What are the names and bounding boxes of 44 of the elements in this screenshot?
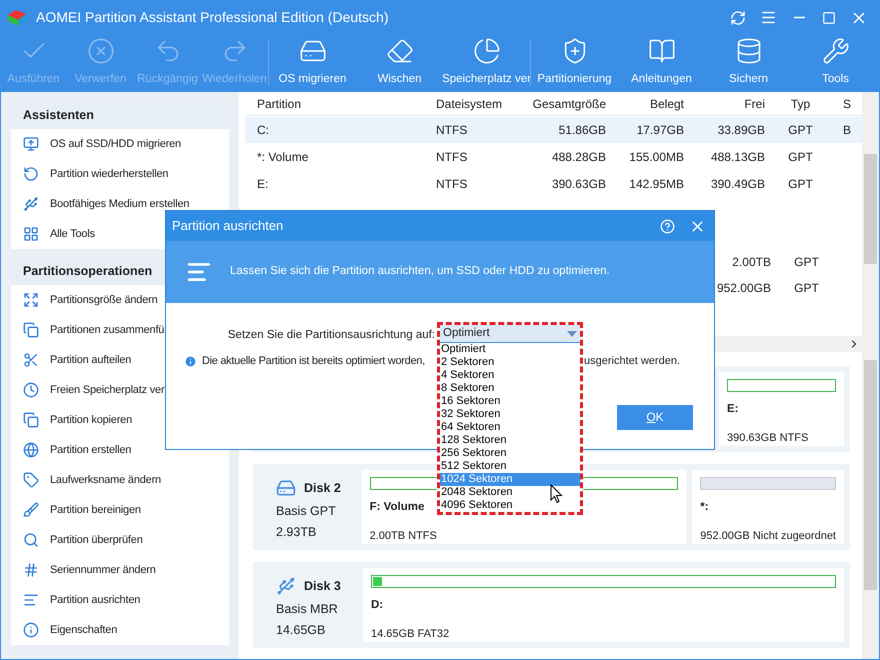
table-cell-text: 51.86GB: [558, 122, 607, 139]
table-cell-text: 17.97GB: [636, 122, 685, 139]
disk-name: Disk 3: [304, 578, 341, 595]
table-cell-text: 390.63GB: [550, 176, 607, 193]
table-cell-text: NTFS: [435, 149, 468, 166]
table-cell-text: 488.13GB: [710, 149, 766, 166]
dialog-title: Partition ausrichten: [172, 217, 284, 236]
banner-text: Lassen Sie sich die Partition ausrichten, um SSD oder HDD zu optimieren.: [230, 264, 610, 280]
disk-size: 14.65GB: [276, 622, 326, 639]
table-cell-text: B: [842, 122, 852, 139]
alignment-label: Setzen Sie die Partitionsausrichtung auf:: [226, 328, 435, 343]
partition-name: *:: [700, 501, 709, 513]
table-cell-text: *: Volume: [256, 149, 310, 166]
disk-type: Basis MBR: [276, 601, 339, 618]
table-cell-text: GPT: [787, 149, 814, 166]
partition-name: F: Volume: [370, 501, 424, 513]
disk-type: Basis GPT: [276, 503, 337, 520]
table-cell-text: 33.89GB: [716, 122, 766, 139]
table-cell-text: NTFS: [435, 122, 468, 139]
table-cell-text: 142.95MB: [628, 176, 685, 193]
partition-info: 390.63GB NTFS: [727, 432, 808, 444]
table-cell-text: 488.28GB: [550, 149, 607, 166]
table-cell-text: NTFS: [435, 176, 468, 193]
partition-name: D:: [371, 599, 384, 611]
table-cell-text: 155.00MB: [628, 149, 685, 166]
window-title: AOMEI Partition Assistant Professional Edition (Deutsch): [36, 8, 388, 27]
partition-name: E:: [727, 403, 738, 415]
partition-info: 952.00GB Nicht zugeordnet: [700, 530, 836, 542]
table-cell-text: GPT: [793, 280, 820, 297]
partition-info: 14.65GB FAT32: [371, 628, 450, 640]
table-cell-text: 952.00GB: [716, 280, 772, 297]
section-header: Assistenten: [11, 101, 229, 129]
info-text: Die aktuelle Partition ist bereits optimiert worden,: [202, 354, 425, 370]
disk-name: Disk 2: [304, 480, 341, 497]
table-cell-text: GPT: [787, 122, 814, 139]
table-cell-text: 2.00TB: [731, 254, 772, 271]
table-cell-text: C:: [256, 122, 270, 139]
table-cell-text: E:: [256, 176, 270, 193]
table-cell-text: GPT: [787, 176, 814, 193]
disk-size: 2.93TB: [276, 524, 318, 541]
table-cell-text: 390.49GB: [710, 176, 766, 193]
table-cell-text: GPT: [793, 254, 820, 271]
info-text: usgerichtet werden.: [584, 354, 680, 370]
partition-info: 2.00TB NTFS: [370, 530, 437, 542]
